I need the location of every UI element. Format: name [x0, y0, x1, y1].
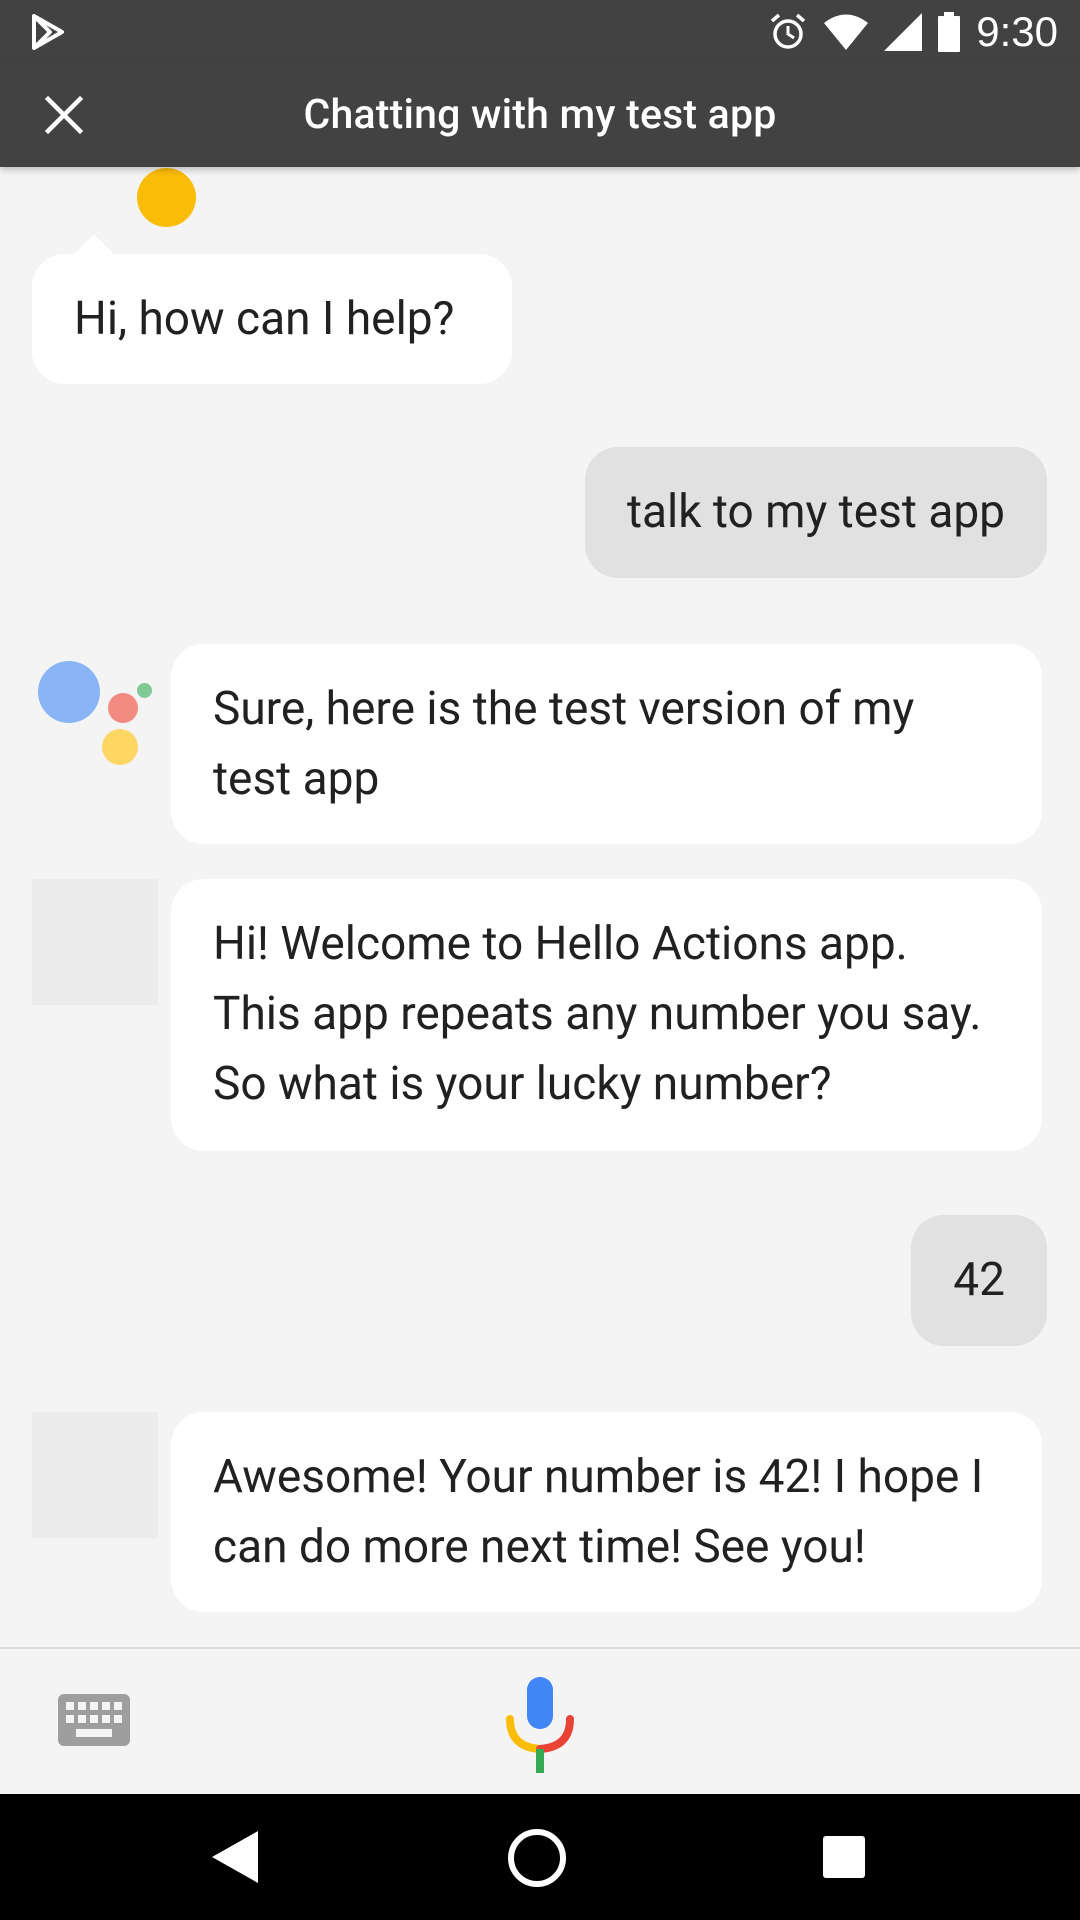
page-title: Chatting with my test app: [303, 91, 777, 139]
signal-icon: [884, 13, 923, 51]
status-bar: 9:30: [0, 0, 1080, 63]
battery-icon: [938, 12, 961, 52]
user-message: 42: [911, 1215, 1047, 1346]
app-avatar: [32, 1412, 158, 1538]
top-app-bar: Chatting with my test app: [0, 63, 1080, 167]
mic-icon[interactable]: [496, 1677, 584, 1773]
user-message: talk to my test app: [584, 447, 1047, 578]
wifi-icon: [824, 14, 869, 50]
assistant-message-greeting: Hi, how can I help?: [32, 254, 512, 384]
home-icon[interactable]: [506, 1827, 568, 1889]
assistant-listening-dot: [137, 168, 196, 227]
app-message: Hi! Welcome to Hello Actions app. This a…: [171, 879, 1042, 1151]
system-nav-bar: [0, 1794, 1080, 1920]
back-icon[interactable]: [210, 1829, 260, 1885]
status-icons: 9:30: [768, 8, 1058, 56]
recents-icon[interactable]: [823, 1836, 865, 1878]
input-bar: [0, 1649, 1080, 1794]
keyboard-icon[interactable]: [58, 1694, 130, 1746]
app-message: Awesome! Your number is 42! I hope I can…: [171, 1412, 1042, 1612]
alarm-icon: [771, 13, 806, 49]
google-assistant-logo-icon: [34, 651, 164, 765]
app-avatar: [32, 879, 158, 1005]
play-store-icon: [32, 14, 64, 50]
assistant-message: Sure, here is the test version of my tes…: [171, 644, 1042, 844]
chat-conversation: Hi, how can I help? talk to my test app …: [0, 167, 1080, 1647]
bubble-tail: [72, 234, 116, 256]
status-time: 9:30: [976, 8, 1058, 55]
